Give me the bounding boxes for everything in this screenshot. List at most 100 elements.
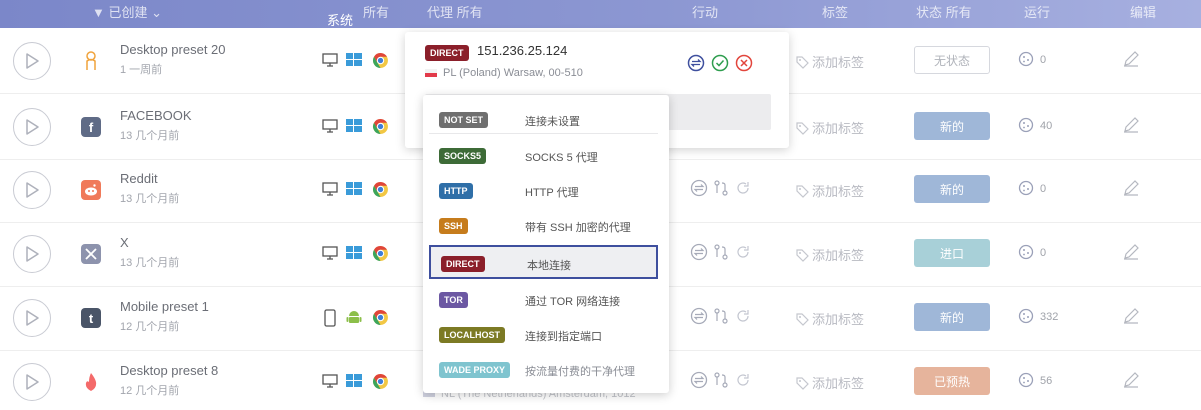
desktop-icon — [322, 118, 338, 139]
branch-icon[interactable] — [712, 179, 730, 197]
add-tag-button[interactable]: 添加标签 — [796, 309, 864, 328]
chrome-icon — [372, 309, 389, 331]
option-http[interactable]: HTTP HTTP 代理 — [429, 175, 658, 205]
status-badge[interactable]: 新的 — [914, 112, 990, 140]
windows-icon — [346, 245, 362, 266]
cookie-icon — [1018, 117, 1034, 133]
option-label: 带有 SSH 加密的代理 — [525, 222, 631, 234]
cookie-count: 0 — [1018, 51, 1046, 67]
edit-icon[interactable] — [1122, 307, 1140, 325]
chrome-icon — [372, 181, 389, 203]
refresh-icon[interactable] — [734, 179, 752, 197]
tag-icon — [796, 249, 809, 262]
option-wade-proxy[interactable]: WADE PROXY 按流量付费的干净代理 — [429, 354, 658, 384]
branch-icon[interactable] — [712, 243, 730, 261]
play-button[interactable] — [13, 363, 51, 401]
profile-date: 13 几个月前 — [120, 257, 180, 269]
edit-icon[interactable] — [1122, 371, 1140, 389]
option-not-set[interactable]: NOT SET 连接未设置 — [429, 104, 658, 134]
play-button[interactable] — [13, 108, 51, 146]
option-localhost[interactable]: LOCALHOST 连接到指定端口 — [429, 319, 658, 349]
system-filter[interactable]: 所有 — [363, 2, 389, 21]
proxy-location: PL (Poland) Warsaw, 00-510 — [443, 67, 583, 79]
os-browser-icons — [322, 52, 394, 70]
desktop-icon — [322, 373, 338, 394]
profile-name[interactable]: Desktop preset 20 — [120, 42, 226, 57]
profile-name[interactable]: Mobile preset 1 — [120, 299, 209, 314]
proxy-column-header[interactable]: 代理 所有 — [427, 2, 483, 21]
chrome-icon — [372, 118, 389, 140]
profile-name[interactable]: Reddit — [120, 171, 158, 186]
option-label: 连接到指定端口 — [525, 331, 602, 343]
edit-icon[interactable] — [1122, 116, 1140, 134]
edit-icon[interactable] — [1122, 179, 1140, 197]
cookie-icon — [1018, 372, 1034, 388]
profile-date: 13 几个月前 — [120, 193, 180, 205]
tags-column-header: 标签 — [822, 5, 849, 20]
branch-icon[interactable] — [712, 307, 730, 325]
cookie-count: 56 — [1018, 372, 1052, 388]
status-column-header[interactable]: 状态 所有 — [916, 2, 972, 21]
swap-icon[interactable] — [690, 371, 708, 389]
os-browser-icons — [322, 118, 394, 136]
status-badge[interactable]: 进口 — [914, 239, 990, 267]
add-tag-button[interactable]: 添加标签 — [796, 118, 864, 137]
option-ssh[interactable]: SSH 带有 SSH 加密的代理 — [429, 210, 658, 240]
add-tag-button[interactable]: 添加标签 — [796, 181, 864, 200]
option-badge: NOT SET — [439, 112, 489, 128]
os-browser-icons — [322, 181, 394, 199]
profile-column-header[interactable]: ▼ 已创建 ⌄ — [92, 2, 162, 21]
profile-name[interactable]: FACEBOOK — [120, 108, 192, 123]
add-tag-button[interactable]: 添加标签 — [796, 245, 864, 264]
profile-name[interactable]: X — [120, 235, 129, 250]
desktop-icon — [322, 181, 338, 202]
refresh-icon[interactable] — [734, 371, 752, 389]
refresh-icon[interactable] — [734, 307, 752, 325]
option-tor[interactable]: TOR 通过 TOR 网络连接 — [429, 284, 658, 314]
tag-icon — [796, 313, 809, 326]
desktop-icon — [322, 245, 338, 266]
desktop-icon — [322, 52, 338, 73]
option-badge: HTTP — [439, 183, 473, 199]
option-label: 连接未设置 — [525, 116, 580, 128]
swap-icon[interactable] — [690, 307, 708, 325]
check-icon[interactable] — [711, 54, 729, 72]
actions-column-header: 行动 — [692, 5, 719, 20]
branch-icon[interactable] — [712, 371, 730, 389]
option-direct[interactable]: DIRECT 本地连接 — [429, 245, 658, 279]
cookies-column-header: 运行 — [1024, 5, 1051, 20]
play-button[interactable] — [13, 235, 51, 273]
edit-icon[interactable] — [1122, 50, 1140, 68]
play-button[interactable] — [13, 171, 51, 209]
option-socks5[interactable]: SOCKS5 SOCKS 5 代理 — [429, 140, 658, 170]
connection-actions — [690, 179, 780, 199]
status-badge[interactable]: 新的 — [914, 175, 990, 203]
status-badge[interactable]: 已预热 — [914, 367, 990, 395]
play-button[interactable] — [13, 299, 51, 337]
swap-icon[interactable] — [690, 243, 708, 261]
status-badge[interactable]: 无状态 — [914, 46, 990, 74]
close-icon[interactable] — [735, 54, 753, 72]
connection-actions — [690, 307, 780, 327]
tumblr-icon: t — [81, 308, 101, 328]
connection-type-dropdown: NOT SET 连接未设置 SOCKS5 SOCKS 5 代理 HTTP HTT… — [423, 95, 669, 393]
connection-type-badge: DIRECT — [425, 45, 469, 61]
os-browser-icons — [322, 245, 394, 263]
android-icon — [346, 309, 362, 330]
swap-icon[interactable] — [687, 54, 705, 72]
status-badge[interactable]: 新的 — [914, 303, 990, 331]
windows-icon — [346, 373, 362, 394]
play-button[interactable] — [13, 42, 51, 80]
reddit-icon — [81, 180, 101, 200]
add-tag-button[interactable]: 添加标签 — [796, 52, 864, 71]
tag-icon — [796, 122, 809, 135]
connection-actions — [690, 371, 780, 391]
profile-name[interactable]: Desktop preset 8 — [120, 363, 218, 378]
cookie-count: 332 — [1018, 308, 1058, 324]
swap-icon[interactable] — [690, 179, 708, 197]
edit-icon[interactable] — [1122, 243, 1140, 261]
chrome-icon — [372, 373, 389, 395]
option-label: SOCKS 5 代理 — [525, 152, 598, 164]
refresh-icon[interactable] — [734, 243, 752, 261]
add-tag-button[interactable]: 添加标签 — [796, 373, 864, 392]
